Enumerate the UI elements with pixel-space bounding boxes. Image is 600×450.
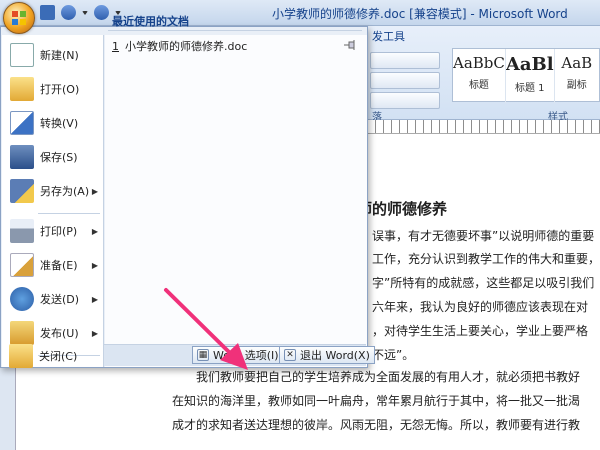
save-disk-icon xyxy=(10,145,34,169)
office-button[interactable] xyxy=(3,2,35,34)
save-icon[interactable] xyxy=(40,5,55,20)
submenu-arrow-icon: ▶ xyxy=(91,226,98,236)
office-menu: 新建(N) 打开(O) 转换(V) 保存(S) 另存为(A) ▶ 打印(P) ▶… xyxy=(0,26,368,368)
document-line: 六年来，我认为良好的师德应该表现在对 xyxy=(372,300,589,314)
menu-item-label: 发布(U) xyxy=(40,327,79,340)
title-bar: 小学教师的师德修养.doc [兼容模式] - Microsoft Word xyxy=(0,0,600,26)
office-menu-commands: 新建(N) 打开(O) 转换(V) 保存(S) 另存为(A) ▶ 打印(P) ▶… xyxy=(2,35,104,367)
style-subtitle[interactable]: AaB 副标 xyxy=(555,49,599,103)
menu-item-print[interactable]: 打印(P) ▶ xyxy=(2,215,104,247)
menu-item-close[interactable]: 关闭(C) xyxy=(1,340,103,372)
line-spacing-button[interactable] xyxy=(370,72,440,89)
menu-item-new[interactable]: 新建(N) xyxy=(2,39,104,71)
menu-item-convert[interactable]: 转换(V) xyxy=(2,107,104,139)
menu-item-save-as[interactable]: 另存为(A) ▶ xyxy=(2,175,104,207)
paragraph-buttons xyxy=(370,52,440,112)
menu-item-save[interactable]: 保存(S) xyxy=(2,141,104,173)
style-name: 副标 xyxy=(566,80,587,91)
open-folder-icon xyxy=(10,77,34,101)
office-logo-icon xyxy=(12,11,27,26)
style-heading-1[interactable]: AaBl 标题 1 xyxy=(506,49,555,103)
recent-header-divider xyxy=(108,30,362,31)
submenu-arrow-icon: ▶ xyxy=(91,186,98,196)
document-line: 误事，有才无德要坏事”以说明师德的重要 xyxy=(372,229,595,243)
style-title[interactable]: AaBbC 标题 xyxy=(453,49,506,103)
menu-item-label: 准备(E) xyxy=(40,259,78,272)
menu-item-label: 新建(N) xyxy=(40,49,79,62)
style-name: 标题 xyxy=(468,80,489,91)
align-button[interactable] xyxy=(370,52,440,69)
menu-item-label: 发送(D) xyxy=(40,293,80,306)
menu-item-label: 打印(P) xyxy=(40,225,78,238)
prepare-icon xyxy=(10,253,34,277)
document-line: 工作，充分认识到教学工作的伟大和重要， xyxy=(372,252,600,266)
exit-word-button[interactable]: ✕ 退出 Word(X) xyxy=(279,346,375,364)
submenu-arrow-icon: ▶ xyxy=(91,294,98,304)
menu-item-label: 保存(S) xyxy=(40,151,78,164)
convert-icon xyxy=(10,111,34,135)
document-line: 成才的求知者送达理想的彼岸。风雨无阻，无怨无悔。所以，教师要有进行教 xyxy=(172,418,581,432)
dropdown-arrow-icon[interactable] xyxy=(82,10,88,15)
document-line: 字”所特有的成就感，这些都足以吸引我们 xyxy=(372,276,595,290)
redo-icon[interactable] xyxy=(94,5,109,20)
styles-gallery: AaBbC 标题 AaBl 标题 1 AaB 副标 xyxy=(452,48,600,103)
style-sample: AaBbC xyxy=(453,54,505,72)
recent-documents-panel xyxy=(105,35,367,367)
menu-item-open[interactable]: 打开(O) xyxy=(2,73,104,105)
document-heading: 师的师德修养 xyxy=(357,200,448,218)
options-icon: ▦ xyxy=(197,349,209,361)
word-options-button[interactable]: ▦ Word 选项(I) xyxy=(192,346,284,364)
undo-icon[interactable] xyxy=(61,5,76,20)
horizontal-ruler[interactable] xyxy=(360,120,600,134)
recent-documents-header: 最近使用的文档 xyxy=(112,15,189,28)
window-title: 小学教师的师德修养.doc [兼容模式] - Microsoft Word xyxy=(272,7,568,21)
quick-access-toolbar xyxy=(40,5,121,20)
tab-developer[interactable]: 发工具 xyxy=(372,28,405,44)
printer-icon xyxy=(10,219,34,243)
menu-item-label: 关闭(C) xyxy=(39,350,78,363)
document-line: 不远”。 xyxy=(372,348,415,362)
menu-item-send[interactable]: 发送(D) ▶ xyxy=(2,283,104,315)
word-options-label: Word 选项(I) xyxy=(213,349,279,362)
recent-file-name: 小学教师的师德修养.doc xyxy=(125,40,248,53)
shading-button[interactable] xyxy=(370,92,440,109)
close-icon: ✕ xyxy=(284,349,296,361)
pin-icon[interactable] xyxy=(344,40,356,50)
save-as-icon xyxy=(10,179,34,203)
recent-file-number: 1 xyxy=(112,39,119,53)
menu-item-label: 另存为(A) xyxy=(40,185,90,198)
new-document-icon xyxy=(10,43,34,67)
exit-word-label: 退出 Word(X) xyxy=(300,349,370,362)
document-line: 在知识的海洋里，教师如同一叶扁舟，常年累月航行于其中，将一批又一批渴 xyxy=(172,394,581,408)
submenu-arrow-icon: ▶ xyxy=(91,328,98,338)
send-icon xyxy=(10,287,34,311)
submenu-arrow-icon: ▶ xyxy=(91,260,98,270)
menu-item-label: 转换(V) xyxy=(40,117,79,130)
recent-file-item[interactable]: 1 小学教师的师德修养.doc xyxy=(112,37,360,55)
document-line: ，对待学生生活上要关心，学业上要严格 xyxy=(372,324,589,338)
style-sample: AaB xyxy=(561,54,593,72)
style-sample: AaBl xyxy=(505,54,554,75)
document-line: 我们教师要把自己的学生培养成为全面发展的有用人才，就必须把书教好 xyxy=(196,370,581,384)
menu-item-label: 打开(O) xyxy=(40,83,80,96)
close-folder-icon xyxy=(9,344,33,368)
menu-separator xyxy=(38,213,100,214)
menu-item-prepare[interactable]: 准备(E) ▶ xyxy=(2,249,104,281)
style-name: 标题 1 xyxy=(514,83,545,94)
